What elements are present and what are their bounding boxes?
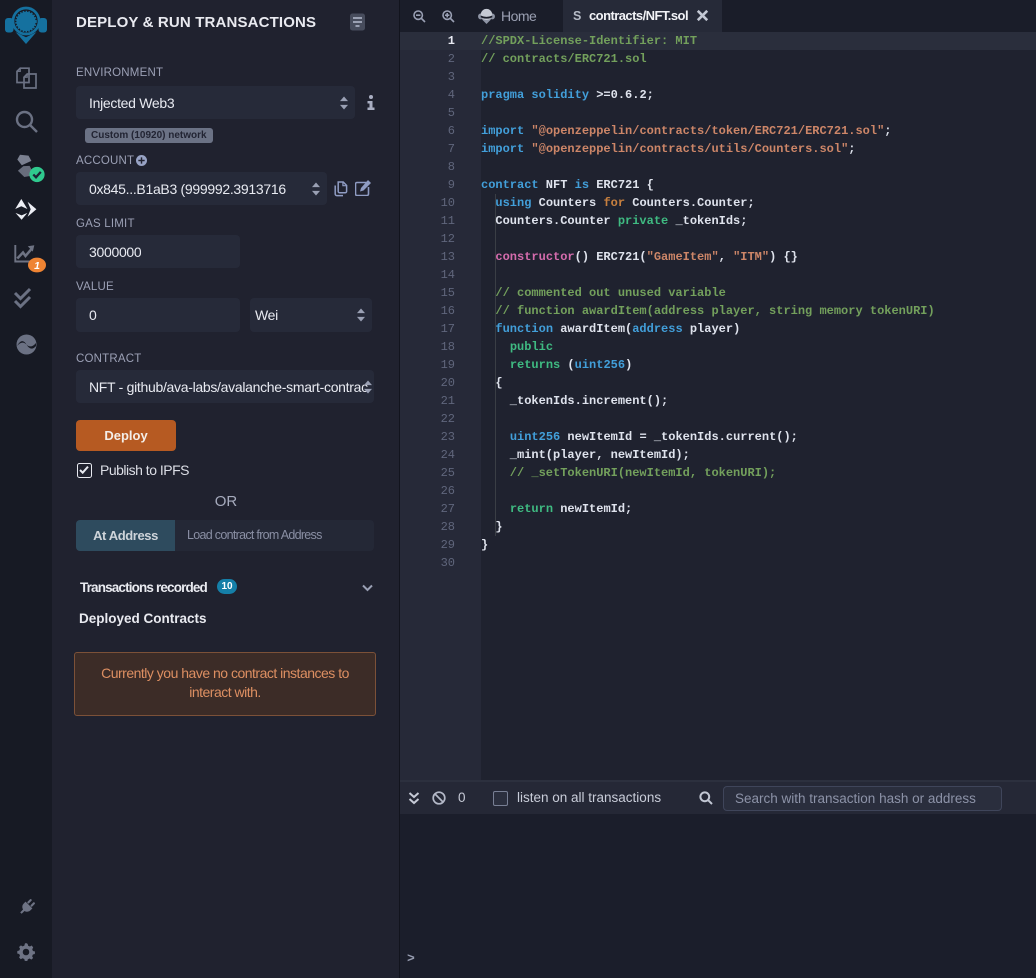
- svg-text:1: 1: [34, 260, 40, 272]
